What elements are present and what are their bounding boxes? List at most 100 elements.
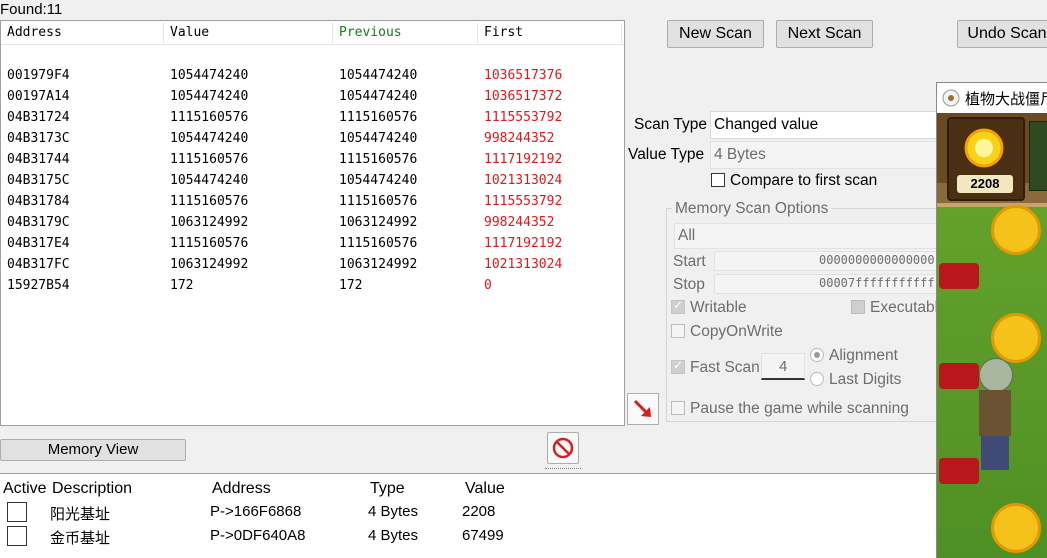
game-titlebar[interactable]: 植物大战僵尸 <box>937 83 1047 113</box>
result-first: 1021313024 <box>484 173 563 188</box>
result-previous: 1054474240 <box>339 68 418 83</box>
col-type-header[interactable]: Type <box>370 480 405 498</box>
sun-icon <box>964 128 1004 168</box>
entry-description[interactable]: 阳光基址 <box>50 503 110 524</box>
seed-packet[interactable] <box>1029 121 1047 191</box>
writable-label: Writable <box>690 299 747 316</box>
memory-scan-options-title: Memory Scan Options <box>672 200 832 218</box>
scan-type-value: Changed value <box>714 116 819 133</box>
result-row[interactable]: 00197A14 1054474240 1054474240 1036517372 <box>1 87 624 108</box>
writable-checkbox[interactable] <box>671 298 685 314</box>
copy-on-write-checkbox[interactable] <box>671 324 685 338</box>
entry-address[interactable]: P->166F6868 <box>210 503 301 520</box>
value-type-select[interactable]: 4 Bytes <box>710 141 950 169</box>
cheat-table[interactable]: Active Description Address Type Value 阳光… <box>0 473 1047 558</box>
result-first: 998244352 <box>484 131 555 146</box>
entry-type[interactable]: 4 Bytes <box>368 503 418 520</box>
result-address: 04B31744 <box>7 152 70 167</box>
entry-type[interactable]: 4 Bytes <box>368 527 418 544</box>
memory-region-select[interactable]: All <box>674 223 954 249</box>
result-value: 1063124992 <box>170 257 249 272</box>
alignment-radio[interactable] <box>810 348 824 362</box>
game-title: 植物大战僵尸 <box>965 90 1047 108</box>
scan-type-select[interactable]: Changed value <box>710 111 950 139</box>
executable-checkbox[interactable] <box>851 300 865 314</box>
result-row[interactable]: 04B317FC 1063124992 1063124992 1021313024 <box>1 255 624 276</box>
col-address-header-2[interactable]: Address <box>212 480 271 498</box>
game-window[interactable]: 植物大战僵尸 2208 <box>936 82 1047 558</box>
result-first: 1036517372 <box>484 89 563 104</box>
result-address: 15927B54 <box>7 278 70 293</box>
result-row[interactable]: 04B31784 1115160576 1115160576 1115553792 <box>1 192 624 213</box>
start-address-value: 0000000000000000 <box>819 253 935 267</box>
value-type-label: Value Type <box>628 146 705 163</box>
result-first: 1117192192 <box>484 152 563 167</box>
result-row[interactable]: 15927B54 172 172 0 <box>1 276 624 297</box>
sun-counter: 2208 <box>957 175 1013 193</box>
result-row[interactable]: 001979F4 1054474240 1054474240 1036517376 <box>1 66 624 87</box>
col-value-header-2[interactable]: Value <box>465 480 505 498</box>
entry-address[interactable]: P->0DF640A8 <box>210 527 305 544</box>
result-value: 1054474240 <box>170 68 249 83</box>
result-first: 1021313024 <box>484 257 563 272</box>
value-type-value: 4 Bytes <box>714 146 766 163</box>
splitter-handle[interactable] <box>545 468 581 471</box>
result-previous: 1115160576 <box>339 194 418 209</box>
sunflower-2[interactable] <box>991 313 1041 363</box>
entry-value[interactable]: 2208 <box>462 503 495 520</box>
result-row[interactable]: 04B31724 1115160576 1115160576 1115553792 <box>1 108 624 129</box>
last-digits-radio[interactable] <box>810 372 824 386</box>
compare-first-checkbox[interactable] <box>711 173 725 187</box>
pause-game-checkbox[interactable] <box>671 401 685 415</box>
result-first: 1117192192 <box>484 236 563 251</box>
result-value: 1115160576 <box>170 236 249 251</box>
result-first: 1115553792 <box>484 194 563 209</box>
col-first-header[interactable]: First <box>484 25 523 40</box>
entry-description[interactable]: 金币基址 <box>50 527 110 548</box>
clear-list-button[interactable] <box>547 432 579 464</box>
arrow-down-right-icon <box>633 399 651 417</box>
result-row[interactable]: 04B3179C 1063124992 1063124992 998244352 <box>1 213 624 234</box>
sunflower-1[interactable] <box>991 205 1041 255</box>
scan-results-list[interactable]: Address Value Previous First 001979F4 105… <box>0 20 625 426</box>
memory-view-button[interactable]: Memory View <box>0 439 186 461</box>
sunflower-3[interactable] <box>991 503 1041 553</box>
entry-value[interactable]: 67499 <box>462 527 504 544</box>
result-value: 1115160576 <box>170 110 249 125</box>
result-value: 1054474240 <box>170 173 249 188</box>
fast-scan-input[interactable]: 4 <box>761 353 805 380</box>
undo-scan-button[interactable]: Undo Scan <box>957 20 1047 48</box>
col-value-header[interactable]: Value <box>170 25 209 40</box>
result-row[interactable]: 04B317E4 1115160576 1115160576 1117192192 <box>1 234 624 255</box>
start-address-input[interactable]: 0000000000000000 <box>714 251 954 271</box>
col-address-header[interactable]: Address <box>7 25 62 40</box>
col-active-header[interactable]: Active <box>3 480 47 498</box>
col-description-header[interactable]: Description <box>52 480 132 498</box>
stop-address-input[interactable]: 00007fffffffffff <box>714 274 954 294</box>
result-first: 1036517376 <box>484 68 563 83</box>
result-previous: 1115160576 <box>339 236 418 251</box>
fast-scan-value: 4 <box>779 358 788 375</box>
next-scan-button[interactable]: Next Scan <box>776 20 873 48</box>
memory-region-value: All <box>678 227 696 244</box>
game-lawn: 2208 <box>937 113 1047 558</box>
result-row[interactable]: 04B3175C 1054474240 1054474240 1021313024 <box>1 171 624 192</box>
add-to-list-button[interactable] <box>627 393 659 425</box>
zombie[interactable] <box>971 358 1017 476</box>
result-address: 04B3173C <box>7 131 70 146</box>
stop-label: Stop <box>673 276 705 293</box>
active-checkbox[interactable] <box>7 502 27 522</box>
result-address: 00197A14 <box>7 89 70 104</box>
new-scan-button[interactable]: New Scan <box>667 20 764 48</box>
result-address: 001979F4 <box>7 68 70 83</box>
result-row[interactable]: 04B3173C 1054474240 1054474240 998244352 <box>1 129 624 150</box>
scan-type-label: Scan Type <box>634 116 707 133</box>
col-previous-header[interactable]: Previous <box>339 25 402 40</box>
fast-scan-checkbox[interactable] <box>671 358 685 374</box>
results-header: Address Value Previous First <box>1 21 624 45</box>
active-checkbox[interactable] <box>7 526 27 546</box>
result-address: 04B3175C <box>7 173 70 188</box>
result-row[interactable]: 04B31744 1115160576 1115160576 1117192192 <box>1 150 624 171</box>
result-previous: 172 <box>339 278 363 293</box>
result-address: 04B31784 <box>7 194 70 209</box>
